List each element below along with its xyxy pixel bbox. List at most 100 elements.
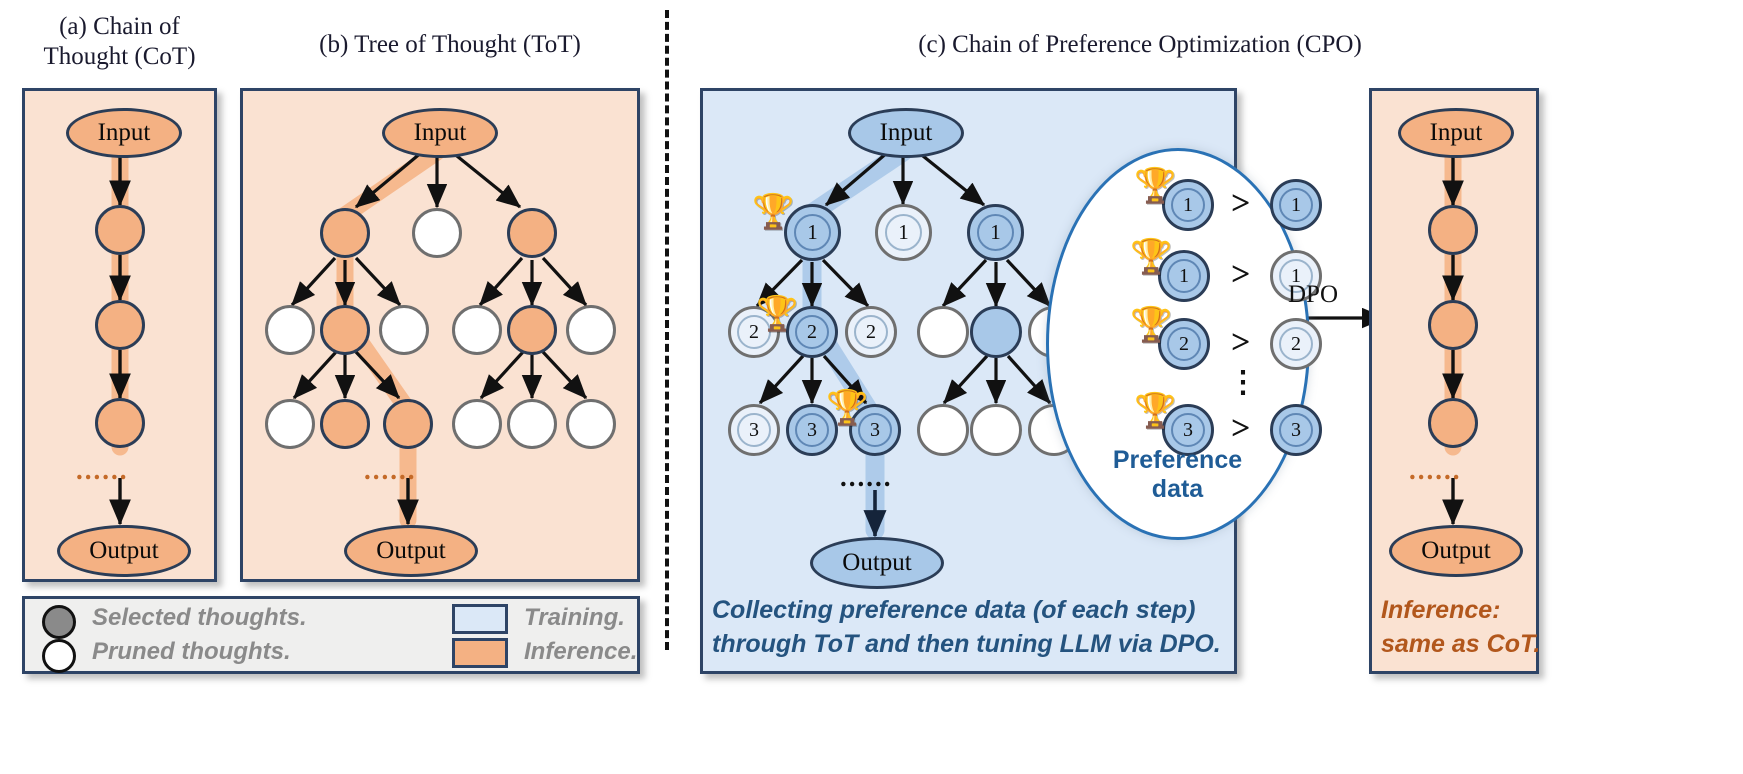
- panel-inference: [1369, 88, 1539, 674]
- tot-ellipsis: ......: [364, 455, 417, 485]
- tot-l2-node-5: [507, 305, 557, 355]
- panel-a-title-line2: Thought (CoT): [43, 42, 196, 70]
- pref-row-3-trophy-icon: 🏆: [1130, 307, 1173, 344]
- tot-l1-node-1: [320, 208, 370, 258]
- cpo-output-label: Output: [842, 549, 912, 576]
- cpo-l1-node-3: 1: [967, 204, 1024, 261]
- tot-input-label: Input: [413, 119, 467, 146]
- cot-input-node: Input: [66, 108, 182, 158]
- cpo-caption-line2: through ToT and then tuning LLM via DPO.: [712, 629, 1221, 658]
- cpo-l1-node-1-number: 1: [794, 214, 831, 251]
- pref-row-3-gt-symbol: >: [1231, 324, 1251, 361]
- legend-inference-swatch: [452, 638, 508, 668]
- cpo-l1-node-2: 1: [875, 204, 932, 261]
- tot-l2-node-3: [379, 305, 429, 355]
- cpo-l1-node-3-number: 1: [977, 214, 1014, 251]
- cot-output-label: Output: [89, 537, 159, 564]
- cpo-l1-node-1-trophy-icon: 🏆: [752, 194, 795, 231]
- pref-row-2-gt-symbol: >: [1231, 256, 1251, 293]
- inference-caption: Inference: same as CoT.: [1381, 594, 1541, 662]
- pref-row-3-right-number: 2: [1279, 327, 1313, 361]
- cpo-l2-node-5: [970, 306, 1022, 358]
- panel-b-title: (b) Tree of Thought (ToT): [250, 30, 650, 60]
- inference-ellipsis: ......: [1409, 455, 1462, 485]
- inference-input-node: Input: [1398, 108, 1514, 158]
- inference-output-node: Output: [1389, 525, 1523, 577]
- cpo-l3-node-1: 3: [728, 404, 780, 456]
- legend-training-label: Training.: [524, 604, 625, 631]
- cpo-caption: Collecting preference data (of each step…: [712, 594, 1232, 662]
- tot-l2-node-4: [452, 305, 502, 355]
- cpo-l2-node-3: 2: [845, 306, 897, 358]
- legend-inference-label: Inference.: [524, 638, 638, 665]
- panel-c-title-line1: (c) Chain of Preference Optimization (CP…: [918, 31, 1362, 58]
- pref-row-1-right-number: 1: [1279, 188, 1313, 222]
- dpo-arrow-label: DPO: [1288, 281, 1339, 308]
- cpo-l2-node-3-number: 2: [854, 315, 888, 349]
- preference-data-label-line1: Preference: [1112, 446, 1243, 474]
- cot-thought-3: [95, 398, 145, 448]
- pref-row-1-right-node: 1: [1270, 179, 1322, 231]
- cpo-l2-node-4: [917, 306, 969, 358]
- inference-thought-3: [1428, 398, 1478, 448]
- cpo-l2-node-2-trophy-icon: 🏆: [756, 296, 799, 333]
- cpo-caption-line1: Collecting preference data (of each step…: [712, 596, 1196, 624]
- panel-c-title: (c) Chain of Preference Optimization (CP…: [760, 30, 1520, 60]
- tot-l1-node-3: [507, 208, 557, 258]
- section-divider: [665, 10, 669, 650]
- cpo-input-node: Input: [848, 108, 964, 158]
- cot-ellipsis: ......: [76, 455, 129, 485]
- cpo-l3-node-5: [970, 404, 1022, 456]
- cpo-l2-node-2-number: 2: [795, 315, 829, 349]
- pref-row-2-trophy-icon: 🏆: [1130, 239, 1173, 276]
- cpo-l3-node-4: [917, 404, 969, 456]
- tot-output-node: Output: [344, 525, 478, 577]
- cpo-l3-node-2-number: 3: [795, 413, 829, 447]
- tot-l3-node-2: [320, 399, 370, 449]
- panel-b-title-line1: (b) Tree of Thought (ToT): [319, 31, 581, 58]
- tot-l1-node-2: [412, 208, 462, 258]
- inference-caption-line1: Inference:: [1381, 596, 1501, 624]
- preference-data-label: Preference data: [1110, 446, 1245, 504]
- pref-row-1-trophy-icon: 🏆: [1134, 168, 1177, 205]
- legend-pruned-icon: [42, 639, 76, 673]
- tot-l3-node-5: [507, 399, 557, 449]
- pref-row-4-gt-symbol: >: [1231, 410, 1251, 447]
- cpo-input-label: Input: [879, 119, 933, 146]
- tot-l2-node-1: [265, 305, 315, 355]
- panel-a-title-line1: (a) Chain of: [59, 13, 180, 40]
- tot-l2-node-2: [320, 305, 370, 355]
- inference-input-label: Input: [1429, 119, 1483, 146]
- cot-thought-2: [95, 300, 145, 350]
- tot-l3-node-1: [265, 399, 315, 449]
- inference-thought-1: [1428, 205, 1478, 255]
- cot-input-label: Input: [97, 119, 151, 146]
- inference-thought-2: [1428, 300, 1478, 350]
- tot-l3-node-6: [566, 399, 616, 449]
- tot-l3-node-3: [383, 399, 433, 449]
- legend-selected-label: Selected thoughts.: [92, 604, 307, 631]
- inference-output-label: Output: [1421, 537, 1491, 564]
- tot-l3-node-4: [452, 399, 502, 449]
- pref-row-3-right-node: 2: [1270, 318, 1322, 370]
- cot-output-node: Output: [57, 525, 191, 577]
- tot-l2-node-6: [566, 305, 616, 355]
- cpo-l3-node-1-number: 3: [737, 413, 771, 447]
- tot-output-label: Output: [376, 537, 446, 564]
- pref-row-4-trophy-icon: 🏆: [1134, 393, 1177, 430]
- legend-pruned-label: Pruned thoughts.: [92, 638, 291, 665]
- legend-training-swatch: [452, 604, 508, 634]
- tot-input-node: Input: [382, 108, 498, 158]
- panel-a-title: (a) Chain of Thought (CoT): [22, 12, 217, 71]
- cpo-l3-node-3-trophy-icon: 🏆: [826, 390, 869, 427]
- preference-data-label-line2: data: [1151, 474, 1204, 503]
- inference-caption-line2: same as CoT.: [1381, 629, 1541, 658]
- pref-vertical-ellipsis: ⋮: [1228, 366, 1258, 399]
- cpo-output-node: Output: [810, 537, 944, 589]
- pref-row-1-gt-symbol: >: [1231, 185, 1251, 222]
- cpo-ellipsis: ......: [840, 462, 893, 492]
- pref-row-4-right-node: 3: [1270, 404, 1322, 456]
- pref-row-4-right-number: 3: [1279, 413, 1313, 447]
- cpo-l1-node-2-number: 1: [885, 214, 922, 251]
- legend-selected-icon: [42, 605, 76, 639]
